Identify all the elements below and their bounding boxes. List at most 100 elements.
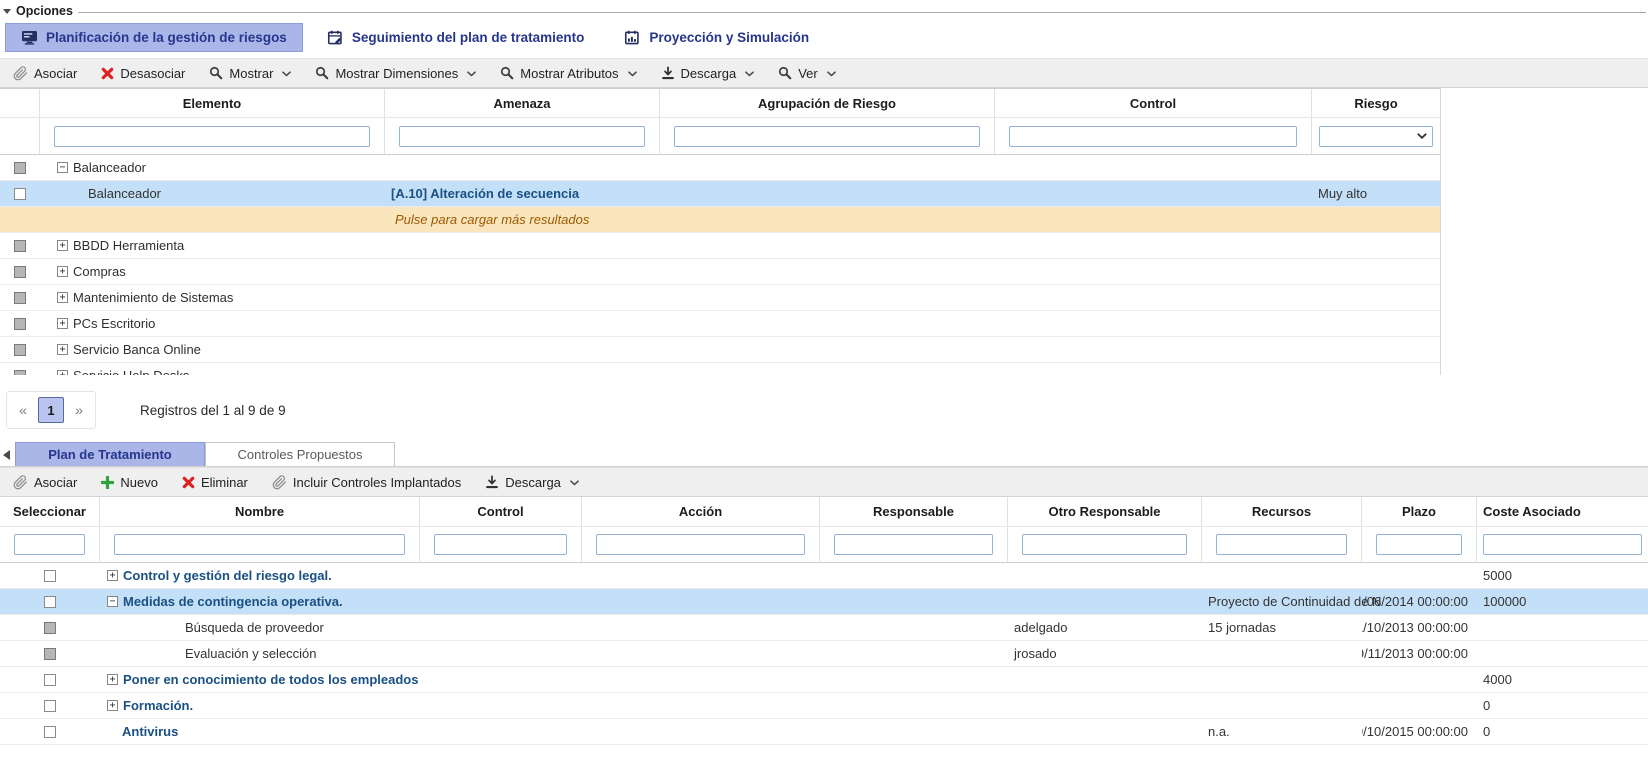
load-more-label[interactable]: Pulse para cargar más resultados [0,207,1440,232]
expand-node-icon[interactable]: + [57,318,68,329]
filter-seleccionar-input[interactable] [14,534,85,555]
desasociar-button[interactable]: Desasociar [101,66,185,81]
col-header-control[interactable]: Control [995,89,1312,117]
row-checkbox[interactable] [44,674,56,686]
col-header-recursos[interactable]: Recursos [1202,497,1362,526]
row-checkbox[interactable] [44,622,56,634]
tab-label: Controles Propuestos [237,447,362,462]
table-row-balanceador-group[interactable]: − Balanceador [0,155,1440,181]
tab-controles-propuestos[interactable]: Controles Propuestos [205,442,395,466]
risk-toolbar: Asociar Desasociar Mostrar Mostrar Dimen… [0,58,1648,88]
table-row-antivirus[interactable]: Antivirus n.a. 09/10/2015 00:00:00 0 [0,719,1648,745]
filter-responsable-input[interactable] [834,534,993,555]
expand-node-icon[interactable]: + [57,266,68,277]
mostrar-dimensiones-button[interactable]: Mostrar Dimensiones [315,66,476,81]
nuevo-button[interactable]: Nuevo [101,475,158,490]
filter-elemento-input[interactable] [54,126,370,147]
expand-node-icon[interactable]: + [107,570,118,581]
table-row-formacion[interactable]: + Formación. 0 [0,693,1648,719]
collapse-node-icon[interactable]: − [107,596,118,607]
col-header-responsable[interactable]: Responsable [820,497,1008,526]
eliminar-button[interactable]: Eliminar [182,475,248,490]
table-row-busqueda-proveedor[interactable]: Búsqueda de proveedor adelgado 15 jornad… [0,615,1648,641]
row-checkbox[interactable] [44,700,56,712]
tab-plan-de-tratamiento[interactable]: Plan de Tratamiento [15,442,205,466]
table-row-mantenimiento-sistemas[interactable]: + Mantenimiento de Sistemas [0,285,1440,311]
row-checkbox[interactable] [44,726,56,738]
tab-planificacion-gestion-riesgos[interactable]: Planificación de la gestión de riesgos [5,23,303,52]
row-checkbox[interactable] [14,370,26,376]
col-header-amenaza[interactable]: Amenaza [385,89,660,117]
asociar-button[interactable]: Asociar [13,66,77,81]
filter-otro-responsable-input[interactable] [1022,534,1187,555]
filter-riesgo-select[interactable] [1319,126,1433,147]
expand-node-icon[interactable]: + [107,674,118,685]
collapse-options-icon[interactable] [3,9,11,14]
filter-nombre-input[interactable] [114,534,405,555]
row-checkbox[interactable] [14,162,26,174]
filter-recursos-input[interactable] [1216,534,1347,555]
col-header-elemento[interactable]: Elemento [40,89,385,117]
filter-amenaza-input[interactable] [399,126,645,147]
col-header-control[interactable]: Control [420,497,582,526]
row-checkbox[interactable] [14,292,26,304]
filter-control-input[interactable] [434,534,567,555]
first-page-button[interactable]: « [16,402,30,418]
row-checkbox[interactable] [14,240,26,252]
table-row-compras[interactable]: + Compras [0,259,1440,285]
descarga-button[interactable]: Descarga [661,66,755,81]
table-row-evaluacion-seleccion[interactable]: Evaluación y selección jrosado 29/11/201… [0,641,1648,667]
expand-node-icon[interactable]: + [57,292,68,303]
collapse-node-icon[interactable]: − [57,162,68,173]
table-row-poner-en-conocimiento[interactable]: + Poner en conocimiento de todos los emp… [0,667,1648,693]
row-checkbox[interactable] [44,596,56,608]
asociar-button[interactable]: Asociar [13,475,77,490]
mostrar-atributos-button[interactable]: Mostrar Atributos [500,66,636,81]
col-header-accion[interactable]: Acción [582,497,820,526]
col-header-riesgo[interactable]: Riesgo [1312,89,1440,117]
cell-coste: 0 [1477,693,1648,718]
filter-control-input[interactable] [1009,126,1297,147]
table-row-balanceador-item[interactable]: Balanceador [A.10] Alteración de secuenc… [0,181,1440,207]
table-row-servicio-banca-online[interactable]: + Servicio Banca Online [0,337,1440,363]
col-header-nombre[interactable]: Nombre [100,497,420,526]
filter-coste-input[interactable] [1483,534,1642,555]
col-header-agrupacion-riesgo[interactable]: Agrupación de Riesgo [660,89,995,117]
row-checkbox[interactable] [14,344,26,356]
expand-node-icon[interactable]: + [57,344,68,355]
expand-node-icon[interactable]: + [107,700,118,711]
ver-button[interactable]: Ver [778,66,836,81]
pagination: « 1 » Registros del 1 al 9 de 9 [6,391,1648,429]
button-label: Descarga [505,475,561,490]
expand-node-icon[interactable]: + [57,240,68,251]
filter-accion-input[interactable] [596,534,805,555]
col-header-coste-asociado[interactable]: Coste Asociado [1477,497,1648,526]
table-row-control-gestion-riesgo-legal[interactable]: + Control y gestión del riesgo legal. 50… [0,563,1648,589]
descarga-button[interactable]: Descarga [485,475,579,490]
col-header-seleccionar[interactable]: Seleccionar [0,497,100,526]
tab-seguimiento-plan-tratamiento[interactable]: Seguimiento del plan de tratamiento [311,23,601,52]
incluir-controles-implantados-button[interactable]: Incluir Controles Implantados [272,475,461,490]
row-checkbox[interactable] [14,266,26,278]
filter-agrupacion-input[interactable] [674,126,980,147]
tab-proyeccion-simulacion[interactable]: Proyección y Simulación [608,23,825,52]
plan-name: Formación. [123,698,193,713]
current-page-button[interactable]: 1 [38,397,64,423]
table-row-medidas-contingencia[interactable]: − Medidas de contingencia operativa. Pro… [0,589,1648,615]
last-page-button[interactable]: » [72,402,86,418]
table-row-bbdd-herramienta[interactable]: + BBDD Herramienta [0,233,1440,259]
row-checkbox[interactable] [44,648,56,660]
row-checkbox[interactable] [14,188,26,200]
expand-node-icon[interactable]: + [57,370,68,375]
table-row-servicio-help-desks[interactable]: + Servicio Help Desks [0,363,1440,375]
cell-plazo: 31/10/2013 00:00:00 [1362,615,1477,640]
col-header-plazo[interactable]: Plazo [1362,497,1477,526]
table-row-pcs-escritorio[interactable]: + PCs Escritorio [0,311,1440,337]
filter-plazo-input[interactable] [1376,534,1462,555]
collapse-panel-icon[interactable] [3,450,10,460]
row-checkbox[interactable] [44,570,56,582]
col-header-otro-responsable[interactable]: Otro Responsable [1008,497,1202,526]
row-checkbox[interactable] [14,318,26,330]
mostrar-button[interactable]: Mostrar [209,66,291,81]
load-more-row[interactable]: Pulse para cargar más resultados [0,207,1440,233]
